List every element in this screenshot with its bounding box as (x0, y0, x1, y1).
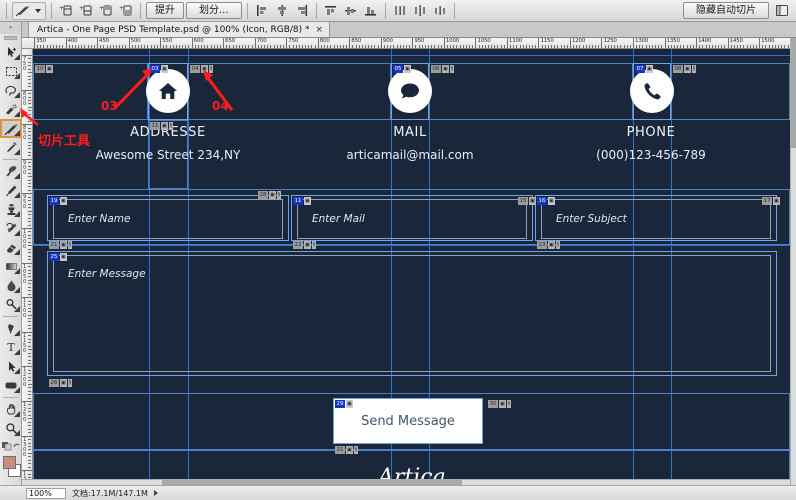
annotation-label-04: 04 (212, 99, 229, 113)
annotation-arrow-slice-tool (0, 0, 796, 500)
annotation-label-slice-tool: 切片工具 (38, 130, 90, 149)
annotation-label-03: 03 (101, 99, 118, 113)
photoshop-window: + + + + 提 (0, 0, 796, 500)
